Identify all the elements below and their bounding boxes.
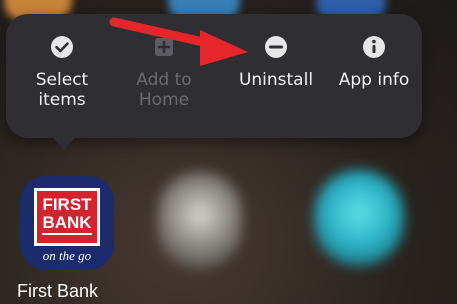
svg-text:FIRST: FIRST [42,195,92,214]
first-bank-app-icon[interactable]: FIRST BANK on the go [20,176,114,270]
blurred-app-icon [158,172,242,268]
app-info-button[interactable]: App info [324,34,424,90]
select-items-button[interactable]: Select items [14,34,110,110]
app-name-label: First Bank [17,281,99,301]
uninstall-button[interactable]: Uninstall [220,34,332,90]
uninstall-label: Uninstall [238,70,314,90]
app-shortcut-menu: Select items Add to Home Uninstall App i… [6,14,422,138]
app-info-label: App info [338,70,410,90]
menu-pointer [50,134,78,150]
add-home-icon [155,38,173,56]
svg-text:BANK: BANK [42,213,92,232]
blurred-app-icon [314,170,404,266]
info-icon [363,36,385,58]
add-to-home-button[interactable]: Add to Home [116,34,212,110]
svg-text:on the go: on the go [43,248,92,263]
add-to-home-label: Add to Home [136,70,192,110]
minus-circle-icon [265,36,287,58]
select-items-label: Select items [35,70,89,110]
first-bank-logo: FIRST BANK on the go [20,176,114,270]
check-circle-icon [51,36,73,58]
